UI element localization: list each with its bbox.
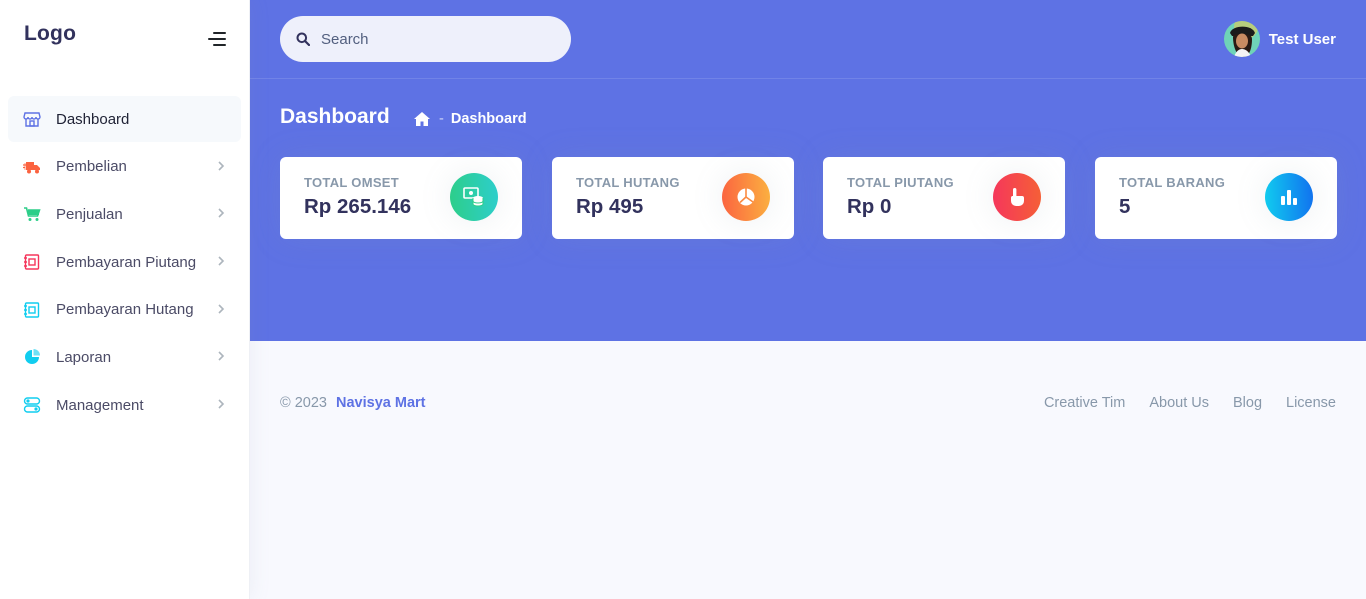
settings-icon: [23, 396, 41, 414]
stat-value: Rp 495: [576, 195, 644, 218]
stat-value: Rp 0: [847, 195, 892, 218]
sidebar: Logo Dashboard Pembelian Penjualan Pemba…: [0, 0, 250, 599]
sidebar-item-dashboard[interactable]: Dashboard: [8, 96, 241, 142]
sidebar-item-pembelian[interactable]: Pembelian: [8, 144, 241, 190]
cart-icon: [23, 205, 41, 223]
breadcrumb-separator: -: [439, 111, 444, 127]
footer-brand-link[interactable]: Navisya Mart: [336, 395, 425, 411]
page-title: Dashboard: [280, 105, 390, 128]
stat-card-omset: TOTAL OMSET Rp 265.146: [280, 157, 522, 239]
sidebar-item-label: Pembayaran Hutang: [56, 301, 194, 319]
chevron-right-icon: [218, 256, 225, 266]
user-menu[interactable]: Test User: [1223, 21, 1336, 57]
avatar: [1223, 21, 1260, 57]
sidebar-item-management[interactable]: Management: [8, 382, 241, 428]
chevron-right-icon: [218, 351, 225, 362]
chevron-right-icon: [218, 304, 225, 314]
breadcrumb-current[interactable]: Dashboard: [451, 111, 527, 127]
sidebar-item-label: Pembelian: [56, 158, 127, 176]
money-coins-icon: [450, 173, 498, 221]
chevron-right-icon: [218, 208, 225, 218]
receipt-icon: [23, 301, 41, 319]
bar-chart-icon: [1265, 173, 1313, 221]
brand-logo[interactable]: Logo: [24, 22, 76, 46]
breadcrumb: - Dashboard: [414, 111, 527, 127]
search-bar[interactable]: [280, 16, 571, 62]
sidebar-item-label: Management: [56, 396, 144, 414]
sidebar-nav: Dashboard Pembelian Penjualan Pembayaran…: [8, 96, 241, 430]
stat-value: 5: [1119, 195, 1131, 218]
stat-card-hutang: TOTAL HUTANG Rp 495: [552, 157, 794, 239]
sidebar-item-label: Laporan: [56, 348, 112, 366]
copyright-text: © 2023: [280, 395, 327, 411]
sidebar-item-label: Penjualan: [56, 205, 123, 223]
footer-link-license[interactable]: License: [1286, 395, 1336, 411]
stat-label: TOTAL HUTANG: [576, 175, 680, 190]
chevron-right-icon: [218, 399, 225, 409]
sidebar-item-penjualan[interactable]: Penjualan: [8, 191, 241, 237]
footer-link-about-us[interactable]: About Us: [1149, 395, 1209, 411]
search-icon: [296, 32, 310, 46]
footer-link-blog[interactable]: Blog: [1233, 395, 1262, 411]
user-name: Test User: [1268, 30, 1336, 48]
stat-label: TOTAL BARANG: [1119, 175, 1226, 190]
footer-copyright: © 2023 Navisya Mart: [280, 395, 425, 411]
topbar-divider: [250, 78, 1366, 79]
receipt-icon: [23, 253, 41, 271]
sidebar-item-laporan[interactable]: Laporan: [8, 334, 241, 380]
sidenav-toggle-icon[interactable]: [206, 32, 226, 46]
chevron-right-icon: [218, 161, 225, 171]
sidebar-item-pembayaran-hutang[interactable]: Pembayaran Hutang: [8, 287, 241, 333]
pie-chart-icon: [722, 173, 770, 221]
stat-card-piutang: TOTAL PIUTANG Rp 0: [823, 157, 1065, 239]
stat-label: TOTAL PIUTANG: [847, 175, 954, 190]
footer-nav: Creative Tim About Us Blog License: [1020, 395, 1336, 411]
stat-card-barang: TOTAL BARANG 5: [1095, 157, 1337, 239]
hand-pointer-icon: [993, 173, 1041, 221]
shop-icon: [23, 110, 41, 128]
stat-label: TOTAL OMSET: [304, 175, 400, 190]
pie-chart-icon: [23, 348, 41, 366]
footer-link-creative-tim[interactable]: Creative Tim: [1044, 395, 1125, 411]
search-input[interactable]: [321, 30, 551, 48]
sidebar-item-label: Dashboard: [56, 110, 130, 128]
delivery-truck-icon: [23, 158, 41, 176]
sidebar-item-label: Pembayaran Piutang: [56, 253, 197, 271]
stat-value: Rp 265.146: [304, 195, 412, 218]
sidebar-item-pembayaran-piutang[interactable]: Pembayaran Piutang: [8, 239, 241, 285]
home-icon[interactable]: [414, 112, 430, 126]
